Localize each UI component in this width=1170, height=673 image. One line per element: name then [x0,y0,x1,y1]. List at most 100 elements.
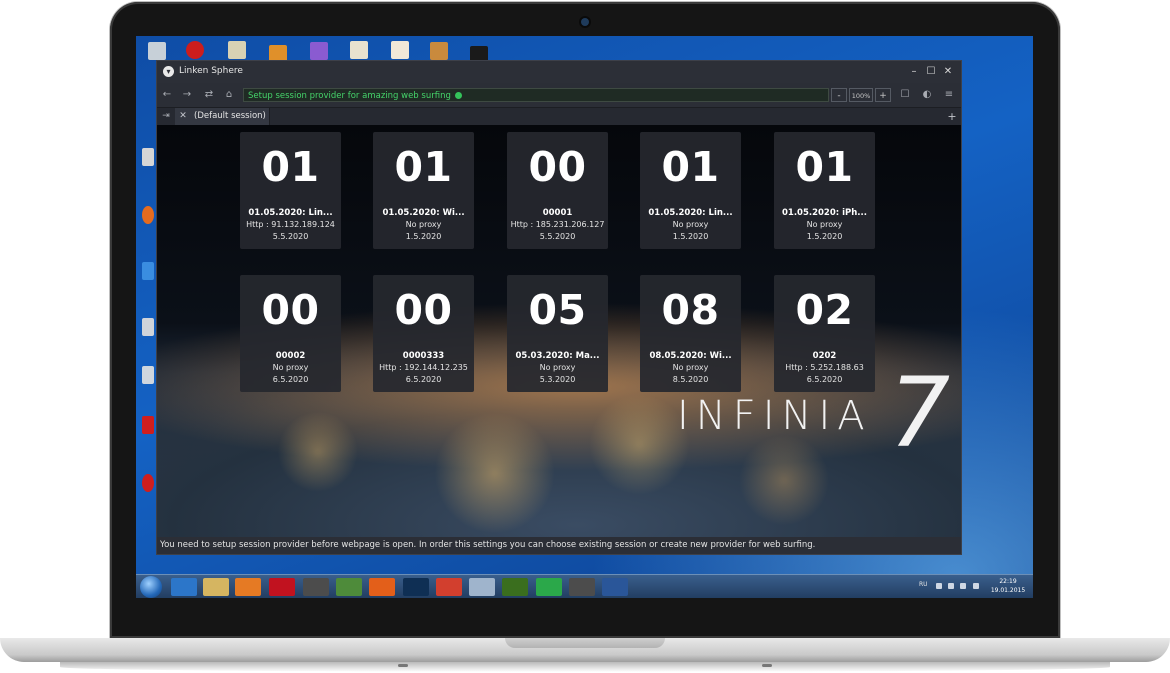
session-card[interactable]: 01 01.05.2020: Wi... No proxy 1.5.2020 [373,132,474,249]
session-card[interactable]: 01 01.05.2020: iPh... No proxy 1.5.2020 [774,132,875,249]
session-date: 5.5.2020 [272,232,309,241]
at-icon[interactable] [536,578,562,596]
desktop-app-icon[interactable] [228,41,246,59]
session-card[interactable]: 01 01.05.2020: Lin... No proxy 1.5.2020 [640,132,741,249]
taskbar: RU 22:19 19.01.2015 [136,574,1033,598]
session-number: 00 [394,286,453,334]
session-card[interactable]: 00 00002 No proxy 6.5.2020 [240,275,341,392]
session-proxy: Http : 5.252.188.63 [785,363,864,372]
tanks-icon[interactable] [303,578,329,596]
desktop-app-icon[interactable] [142,366,154,384]
tanks2-icon[interactable] [569,578,595,596]
session-name: 01.05.2020: Lin... [248,208,333,218]
session-name: 01.05.2020: Lin... [648,208,733,218]
session-number: 01 [394,143,453,191]
firefox-icon[interactable] [369,578,395,596]
address-text: Setup session provider for amazing web s… [248,91,451,101]
tab-default-session[interactable]: ✕ (Default session) [175,108,270,126]
session-card[interactable]: 05 05.03.2020: Ma... No proxy 5.3.2020 [507,275,608,392]
desktop-app-icon[interactable] [142,148,154,166]
session-name: 01.05.2020: Wi... [382,208,465,218]
address-bar[interactable]: Setup session provider for amazing web s… [243,88,829,102]
word-icon[interactable] [602,578,628,596]
tab-close-icon[interactable]: ✕ [178,110,188,123]
maximize-button[interactable]: ☐ [924,65,938,79]
title-bar[interactable]: ▾ Linken Sphere – ☐ ✕ [157,61,961,83]
photoshop-icon[interactable] [403,578,429,596]
session-date: 6.5.2020 [405,375,442,384]
session-card[interactable]: 00 0000333 Http : 192.144.12.235 6.5.202… [373,275,474,392]
start-button[interactable] [140,576,162,598]
minimize-button[interactable]: – [907,65,921,79]
tray-arrow-icon[interactable] [936,583,942,589]
desktop-app-icon[interactable] [142,206,154,224]
session-name: 01.05.2020: iPh... [781,208,867,218]
tab-bar: ⇥ ✕ (Default session) + [157,107,961,126]
session-proxy: Http : 185.231.206.127 [510,220,605,229]
session-date: 1.5.2020 [806,232,843,241]
ie-icon[interactable] [171,578,197,596]
desktop-app-icon[interactable] [142,474,154,492]
bookmark-icon[interactable]: ☐ [898,88,912,102]
recycle-bin-icon[interactable] [148,42,166,60]
brand-version-number: 7 [889,357,951,469]
session-card[interactable]: 08 08.05.2020: Wi... No proxy 8.5.2020 [640,275,741,392]
desktop-app-icon[interactable] [142,262,154,280]
zoom-level: 100% [849,88,873,102]
session-card[interactable]: 00 00001 Http : 185.231.206.127 5.5.2020 [507,132,608,249]
flag-icon[interactable] [973,583,979,589]
home-button[interactable]: ⌂ [222,88,236,102]
close-button[interactable]: ✕ [941,65,955,79]
status-bar: You need to setup session provider befor… [157,537,961,554]
session-number: 08 [661,286,720,334]
desktop-app-icon[interactable] [350,41,368,59]
session-proxy: No proxy [405,220,442,229]
zoom-out-button[interactable]: - [831,88,847,102]
session-proxy: No proxy [672,220,709,229]
explorer-icon[interactable] [203,578,229,596]
winamp-icon[interactable] [336,578,362,596]
clock[interactable]: 22:19 19.01.2015 [988,577,1028,595]
session-card[interactable]: 02 0202 Http : 5.252.188.63 6.5.2020 [774,275,875,392]
session-date: 6.5.2020 [806,375,843,384]
dreamweaver-icon[interactable] [502,578,528,596]
session-date: 8.5.2020 [672,375,709,384]
back-button[interactable]: ← [160,88,174,102]
media-player-icon[interactable] [235,578,261,596]
desktop-app-icon[interactable] [310,42,328,60]
session-date: 6.5.2020 [272,375,309,384]
zoom-in-button[interactable]: + [875,88,891,102]
session-name: 0202 [812,351,837,361]
viewer-icon[interactable] [469,578,495,596]
new-tab-button[interactable]: + [946,110,958,123]
session-panel-icon[interactable]: ⇥ [160,110,172,123]
session-number: 01 [661,143,720,191]
app-logo-icon: ▾ [163,66,174,77]
page-content: 01 01.05.2020: Lin... Http : 91.132.189.… [157,125,961,537]
network-icon[interactable] [960,583,966,589]
session-proxy: No proxy [672,363,709,372]
menu-icon[interactable]: ≡ [942,88,956,102]
session-date: 5.5.2020 [539,232,576,241]
session-number: 00 [528,143,587,191]
volume-icon[interactable] [948,583,954,589]
brand-wordmark: INFINIA [677,393,872,439]
laptop-shadow [60,662,1110,672]
desktop-app-icon[interactable] [186,41,204,59]
opera-icon[interactable] [269,578,295,596]
desktop-app-icon[interactable] [142,318,154,336]
navigation-bar: ← → ⇄ ⌂ Setup session provider for amazi… [157,83,961,107]
reload-button[interactable]: ⇄ [202,88,216,102]
extension-icon[interactable]: ◐ [920,88,934,102]
desktop-app-icon[interactable] [391,41,409,59]
laptop-base-notch [505,638,665,648]
chrome-icon[interactable] [436,578,462,596]
go-icon[interactable] [454,92,462,99]
session-card[interactable]: 01 01.05.2020: Lin... Http : 91.132.189.… [240,132,341,249]
desktop-app-icon[interactable] [430,42,448,60]
forward-button[interactable]: → [180,88,194,102]
desktop-app-icon[interactable] [142,416,154,434]
session-proxy: Http : 192.144.12.235 [379,363,468,372]
webcam-icon [581,18,589,26]
language-indicator[interactable]: RU [919,581,928,588]
